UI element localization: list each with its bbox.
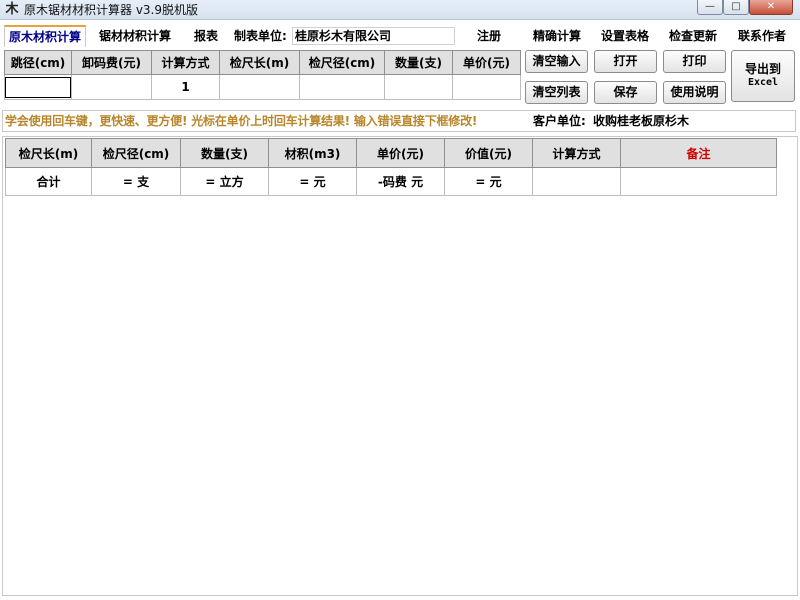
total-count: = 支 — [91, 167, 181, 196]
input-cell-jump-diameter[interactable] — [4, 74, 72, 100]
result-header-volume: 材积(m3) — [268, 138, 357, 168]
result-header-calc-method: 计算方式 — [532, 138, 621, 168]
usage-hint: 学会使用回车键，更快速、更方便! 光标在单价上时回车计算结果! 输入错误直接下框… — [5, 114, 478, 128]
total-amount: = 元 — [268, 167, 357, 196]
open-button[interactable]: 打开 — [594, 50, 657, 73]
menu-precise-calc[interactable]: 精确计算 — [533, 28, 581, 44]
result-header-value: 价值(元) — [444, 138, 533, 168]
input-header-calc-method: 计算方式 — [151, 50, 220, 75]
input-cell-unit-price[interactable] — [452, 74, 521, 100]
input-cell-calc-method[interactable]: 1 — [151, 74, 220, 100]
total-unloading-fee: -码费 元 — [356, 167, 445, 196]
minimize-button[interactable]: — — [697, 0, 723, 15]
close-button[interactable]: ✕ — [749, 0, 793, 15]
tab-report[interactable]: 报表 — [190, 26, 222, 46]
result-header-length: 检尺长(m) — [5, 138, 92, 168]
tab-log-volume[interactable]: 原木材积计算 — [4, 25, 87, 47]
title-bar: 木 原木锯材材积计算器 v3.9脱机版 — □ ✕ — [0, 0, 800, 20]
input-header-unloading-fee: 卸码费(元) — [71, 50, 152, 75]
total-calc-method — [532, 167, 621, 196]
total-remark — [620, 167, 777, 196]
save-button[interactable]: 保存 — [594, 81, 657, 104]
results-panel: 检尺长(m) 检尺径(cm) 数量(支) 材积(m3) 单价(元) 价值(元) … — [2, 136, 798, 596]
total-volume: = 立方 — [180, 167, 269, 196]
hint-row: 学会使用回车键，更快速、更方便! 光标在单价上时回车计算结果! 输入错误直接下框… — [2, 110, 796, 132]
input-header-length: 检尺长(m) — [219, 50, 300, 75]
input-header-unit-price: 单价(元) — [452, 50, 521, 75]
tab-sawn-timber[interactable]: 锯材材积计算 — [95, 26, 175, 46]
result-header-unit-price: 单价(元) — [356, 138, 445, 168]
customer-input[interactable]: 收购桂老板原杉木 — [593, 114, 689, 129]
input-header-diameter: 检尺径(cm) — [299, 50, 385, 75]
maximize-button[interactable]: □ — [723, 0, 749, 15]
menu-table-settings[interactable]: 设置表格 — [601, 28, 649, 44]
clear-input-button[interactable]: 清空输入 — [525, 50, 588, 73]
total-value: = 元 — [444, 167, 533, 196]
table-row[interactable]: 合计 = 支 = 立方 = 元 -码费 元 = 元 — [5, 167, 777, 196]
results-table: 检尺长(m) 检尺径(cm) 数量(支) 材积(m3) 单价(元) 价值(元) … — [5, 138, 777, 196]
help-button[interactable]: 使用说明 — [663, 81, 726, 104]
clear-list-button[interactable]: 清空列表 — [525, 81, 588, 104]
input-cell-diameter[interactable] — [299, 74, 385, 100]
export-label-line2: Excel — [747, 77, 779, 88]
result-header-quantity: 数量(支) — [180, 138, 269, 168]
maker-label: 制表单位: — [234, 29, 287, 43]
export-label-line1: 导出到 — [744, 62, 781, 76]
maker-input[interactable]: 桂原杉木有限公司 — [292, 27, 455, 45]
menu-contact-author[interactable]: 联系作者 — [738, 28, 786, 44]
result-header-remark: 备注 — [620, 138, 777, 168]
input-header-quantity: 数量(支) — [384, 50, 453, 75]
app-logo-icon: 木 — [5, 2, 19, 17]
menu-register[interactable]: 注册 — [477, 28, 501, 44]
total-label: 合计 — [5, 167, 92, 196]
print-button[interactable]: 打印 — [663, 50, 726, 73]
export-excel-button[interactable]: 导出到 Excel — [731, 50, 795, 102]
active-cell-editor[interactable] — [5, 76, 71, 98]
menu-check-update[interactable]: 检查更新 — [669, 28, 717, 44]
input-header-jump-diameter: 跳径(cm) — [4, 50, 72, 75]
input-grid: 跳径(cm) 卸码费(元) 计算方式 检尺长(m) 检尺径(cm) 数量(支) … — [4, 50, 521, 100]
customer-label: 客户单位: — [533, 114, 586, 128]
input-cell-quantity[interactable] — [384, 74, 453, 100]
window-title: 原木锯材材积计算器 v3.9脱机版 — [24, 3, 199, 17]
input-cell-length[interactable] — [219, 74, 300, 100]
result-header-diameter: 检尺径(cm) — [91, 138, 181, 168]
input-cell-unloading-fee[interactable] — [71, 74, 152, 100]
